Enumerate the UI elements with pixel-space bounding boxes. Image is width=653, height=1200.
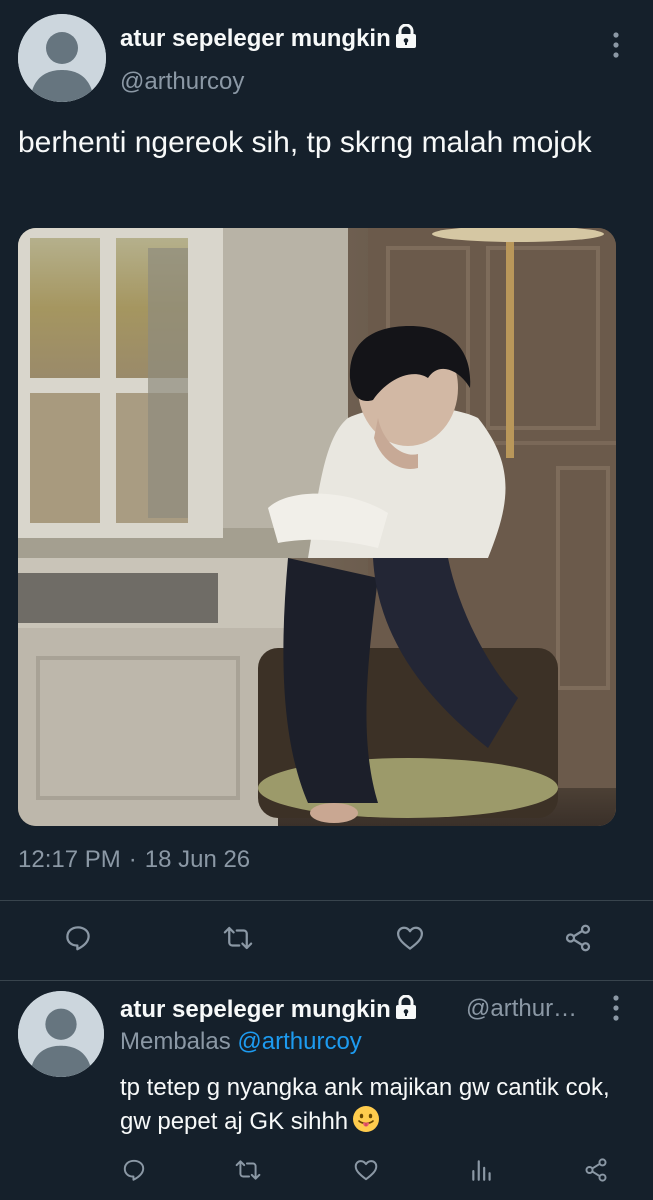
lock-icon [395,994,417,1026]
like-icon [397,926,423,950]
replying-to: Membalas @arthurcoy [120,1028,362,1056]
author-name-text: atur sepeleger mungkin [120,25,391,52]
default-avatar-icon [18,14,106,102]
retweet-button[interactable] [216,916,260,960]
like-button[interactable] [388,916,432,960]
like-icon [354,1160,378,1181]
divider [0,900,653,901]
reply-button[interactable] [56,916,100,960]
main-tweet: atur sepeleger mungkin @arthurcoy berhen… [0,0,653,980]
tweet-time: 12:17 PM [18,846,121,873]
photo-illustration [18,228,616,826]
share-button[interactable] [556,916,600,960]
default-avatar-icon [18,991,104,1077]
more-icon[interactable] [608,993,624,1023]
author-handle[interactable]: @arthur… [466,995,577,1023]
reply-button[interactable] [112,1148,156,1192]
author-name[interactable]: atur sepeleger mungkin [120,994,417,1026]
avatar[interactable] [18,991,104,1077]
share-icon [585,1158,607,1182]
author-name-text: atur sepeleger mungkin [120,996,391,1023]
tweet-photo[interactable] [18,228,616,826]
retweet-button[interactable] [226,1148,270,1192]
lock-icon [395,23,417,55]
tweet-date: 18 Jun 26 [144,846,251,873]
replying-label: Membalas [120,1028,231,1055]
views-button[interactable] [460,1148,504,1192]
retweet-icon [235,1160,261,1180]
views-icon [472,1160,491,1181]
retweet-icon [223,926,253,950]
reply-text: tp tetep g nyangka ank majikan gw cantik… [120,1071,640,1143]
reply-icon [123,1159,145,1181]
more-icon[interactable] [608,30,624,60]
tweet-text: berhenti ngereok sih, tp skrng malah moj… [18,126,592,159]
author-name[interactable]: atur sepeleger mungkin [120,23,417,55]
author-handle[interactable]: @arthurcoy [120,68,244,96]
share-button[interactable] [574,1148,618,1192]
meta-separator: · [128,846,137,873]
replying-mention-link[interactable]: @arthurcoy [237,1028,361,1055]
avatar[interactable] [18,14,106,102]
reply-tweet[interactable]: atur sepeleger mungkin @arthur… Membalas… [0,981,653,1200]
reply-icon [66,926,90,951]
like-button[interactable] [344,1148,388,1192]
share-icon [565,924,591,952]
tweet-timestamp[interactable]: 12:17 PM · 18 Jun 26 [18,846,250,874]
tongue-face-emoji [352,1105,380,1143]
